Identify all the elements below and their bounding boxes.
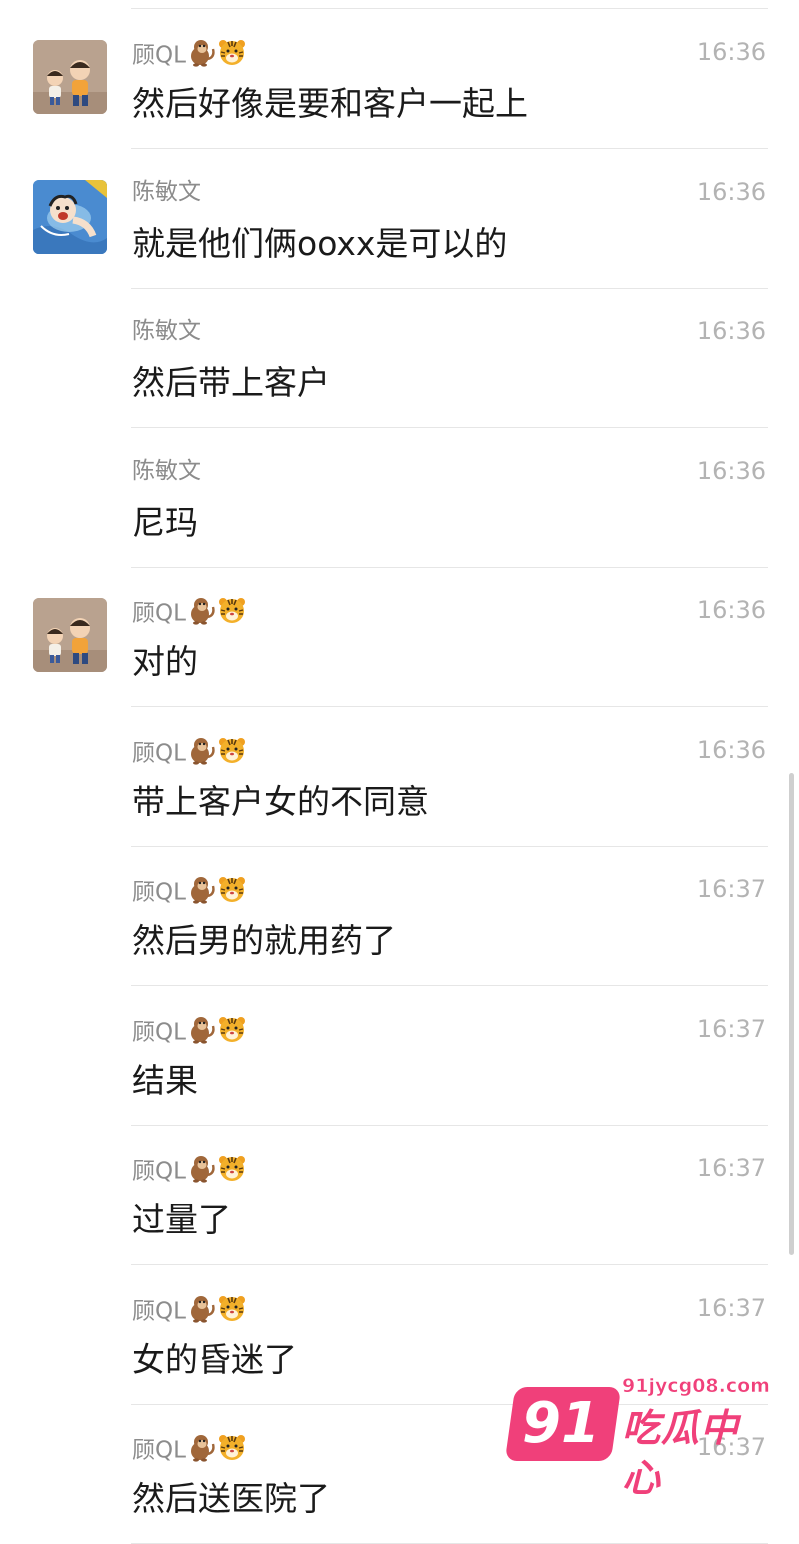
message-row[interactable]: 陈敏文 16:36 然后带上客户	[0, 288, 799, 428]
sender-name-text: 顾QL	[132, 740, 186, 767]
sender-name: 陈敏文	[132, 316, 201, 346]
monkey-emoji-icon	[188, 1293, 216, 1331]
watermark-number: 91	[522, 1391, 600, 1456]
message-time: 16:37	[696, 1015, 766, 1043]
message-row[interactable]: 陈敏文 16:36 尼玛	[0, 428, 799, 568]
tiger-emoji-icon	[218, 1294, 246, 1330]
monkey-emoji-icon	[188, 595, 216, 633]
avatar[interactable]	[33, 180, 107, 254]
watermark: 91 91jycg08.com 吃瓜中心	[504, 1375, 770, 1500]
monkey-emoji-icon	[188, 735, 216, 773]
sender-name: 顾QL	[132, 874, 246, 906]
message-time: 16:37	[696, 1294, 766, 1322]
message-row[interactable]: 顾QL 16:36 带上客户女的不同意	[0, 707, 799, 847]
monkey-emoji-icon	[188, 37, 216, 75]
message-text: 对的	[132, 642, 198, 681]
message-text: 然后男的就用药了	[132, 921, 396, 960]
monkey-emoji-icon	[188, 874, 216, 912]
message-text: 然后带上客户	[132, 363, 330, 402]
message-text: 尼玛	[132, 503, 198, 542]
message-text: 女的昏迷了	[132, 1340, 297, 1379]
sender-name-text: 顾QL	[132, 1437, 186, 1464]
message-row[interactable]: 顾QL 16:36 然后好像是要和客户一起上	[0, 9, 799, 149]
tiger-emoji-icon	[218, 1015, 246, 1051]
sender-name-text: 顾QL	[132, 879, 186, 906]
message-text: 带上客户女的不同意	[132, 782, 429, 821]
tiger-emoji-icon	[218, 736, 246, 772]
message-text: 过量了	[132, 1200, 231, 1239]
tiger-emoji-icon	[218, 1433, 246, 1469]
watermark-title: 吃瓜中心	[622, 1406, 740, 1500]
sender-name: 顾QL	[132, 1014, 246, 1046]
message-text: 结果	[132, 1061, 198, 1100]
message-row[interactable]: 顾QL 16:37 过量了	[0, 1125, 799, 1265]
tiger-emoji-icon	[218, 1154, 246, 1190]
sender-name-text: 顾QL	[132, 1019, 186, 1046]
sender-name: 陈敏文	[132, 177, 201, 207]
message-text: 就是他们俩ooxx是可以的	[132, 224, 508, 263]
sender-name: 顾QL	[132, 37, 246, 69]
message-time: 16:36	[696, 38, 766, 66]
tiger-emoji-icon	[218, 875, 246, 911]
message-row[interactable]: 顾QL 16:37 然后男的就用药了	[0, 846, 799, 986]
message-text: 然后送医院了	[132, 1479, 330, 1518]
sender-name: 顾QL	[132, 1293, 246, 1325]
chat-message-list[interactable]: 顾QL 16:36 然后好像是要和客户一起上陈敏文 16:36 就是他们俩ooxx是可以…	[0, 0, 799, 1544]
message-row[interactable]: 顾QL 16:37 结果	[0, 986, 799, 1126]
avatar[interactable]	[33, 40, 107, 114]
message-row[interactable]: 陈敏文 16:36 就是他们俩ooxx是可以的	[0, 149, 799, 289]
sender-name-text: 顾QL	[132, 1158, 186, 1185]
message-time: 16:37	[696, 1154, 766, 1182]
message-time: 16:36	[696, 736, 766, 764]
tiger-emoji-icon	[218, 596, 246, 632]
sender-name-text: 顾QL	[132, 42, 186, 69]
avatar[interactable]	[33, 598, 107, 672]
monkey-emoji-icon	[188, 1014, 216, 1052]
sender-name: 陈敏文	[132, 456, 201, 486]
scrollbar[interactable]	[789, 773, 794, 1255]
sender-name-text: 顾QL	[132, 600, 186, 627]
sender-name-text: 顾QL	[132, 1298, 186, 1325]
monkey-emoji-icon	[188, 1153, 216, 1191]
tiger-emoji-icon	[218, 38, 246, 74]
message-text: 然后好像是要和客户一起上	[132, 84, 528, 123]
message-time: 16:37	[696, 875, 766, 903]
sender-name-text: 陈敏文	[132, 179, 201, 205]
monkey-emoji-icon	[188, 1432, 216, 1470]
message-time: 16:36	[696, 178, 766, 206]
watermark-url: 91jycg08.com	[622, 1375, 770, 1398]
sender-name: 顾QL	[132, 1153, 246, 1185]
message-time: 16:36	[696, 317, 766, 345]
sender-name: 顾QL	[132, 735, 246, 767]
message-row[interactable]: 顾QL 16:36 对的	[0, 567, 799, 707]
sender-name: 顾QL	[132, 595, 246, 627]
sender-name: 顾QL	[132, 1432, 246, 1464]
message-time: 16:36	[696, 457, 766, 485]
sender-name-text: 陈敏文	[132, 318, 201, 344]
sender-name-text: 陈敏文	[132, 458, 201, 484]
message-time: 16:36	[696, 596, 766, 624]
